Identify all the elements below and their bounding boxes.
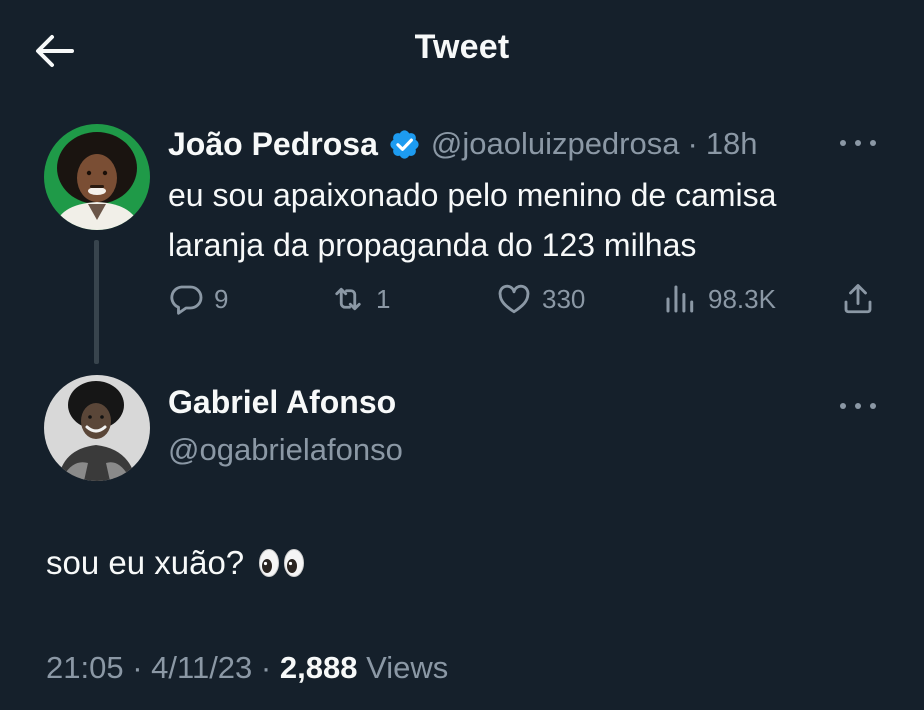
thread-connector-line <box>94 240 99 364</box>
analytics-icon <box>666 285 694 313</box>
page-title: Tweet <box>414 28 510 66</box>
tweet-screen: Tweet João Pedrosa @joaoluizpedrosa · 18… <box>0 0 924 710</box>
parent-tweet-header: João Pedrosa @joaoluizpedrosa · 18h <box>168 122 884 166</box>
more-dot-icon <box>855 140 861 146</box>
heart-icon <box>498 284 530 314</box>
separator-dot: · <box>687 126 698 161</box>
more-dot-icon <box>840 140 846 146</box>
separator-dot: · <box>132 650 143 685</box>
reply-author-handle[interactable]: @ogabrielafonso <box>168 432 403 468</box>
views-button[interactable]: 98.3K <box>662 278 776 320</box>
reply-text-content: sou eu xuão? <box>46 544 245 581</box>
share-icon <box>844 284 872 314</box>
author-handle[interactable]: @joaoluizpedrosa <box>431 126 680 162</box>
more-dot-icon <box>870 403 876 409</box>
like-button[interactable]: 330 <box>496 278 585 320</box>
share-button[interactable] <box>840 278 876 320</box>
separator-dot: · <box>260 650 272 685</box>
tweet-text: eu sou apaixonado pelo menino de camisa … <box>168 177 777 263</box>
reply-more-options-button[interactable] <box>840 396 876 416</box>
reply-icon <box>170 285 203 315</box>
retweet-count: 1 <box>376 283 391 314</box>
like-count: 330 <box>542 283 586 314</box>
eye-left-icon <box>259 549 280 577</box>
avatar-image <box>44 124 150 230</box>
more-dot-icon <box>855 403 861 409</box>
eyes-emoji-icon <box>258 548 305 578</box>
verified-badge-icon <box>390 129 419 159</box>
tweet-views-label: Views <box>366 650 449 685</box>
tweet-views-count[interactable]: 2,888 <box>280 650 358 685</box>
more-dot-icon <box>840 403 846 409</box>
tweet-actions: 9 1 330 98.3K <box>168 278 880 320</box>
more-options-button[interactable] <box>840 133 876 153</box>
tweet-timestamp[interactable]: 21:05 <box>46 650 124 685</box>
reply-author-display-name[interactable]: Gabriel Afonso <box>168 384 396 421</box>
tweet-time[interactable]: 18h <box>706 126 758 162</box>
avatar-gabriel-afonso[interactable] <box>44 375 150 481</box>
eye-right-icon <box>284 549 305 577</box>
author-display-name[interactable]: João Pedrosa <box>168 126 378 163</box>
retweet-icon <box>335 287 361 311</box>
reply-button[interactable]: 9 <box>168 278 228 320</box>
views-count: 98.3K <box>708 283 776 314</box>
avatar-joao-pedrosa[interactable] <box>44 124 150 230</box>
avatar-image <box>44 375 150 481</box>
tweet-date[interactable]: 4/11/23 <box>151 650 252 685</box>
reply-text: sou eu xuão? <box>46 544 305 582</box>
tweet-metadata: 21:05 · 4/11/23 · 2,888 Views <box>46 650 448 686</box>
more-dot-icon <box>870 140 876 146</box>
reply-count: 9 <box>214 283 229 314</box>
retweet-button[interactable]: 1 <box>330 278 390 320</box>
